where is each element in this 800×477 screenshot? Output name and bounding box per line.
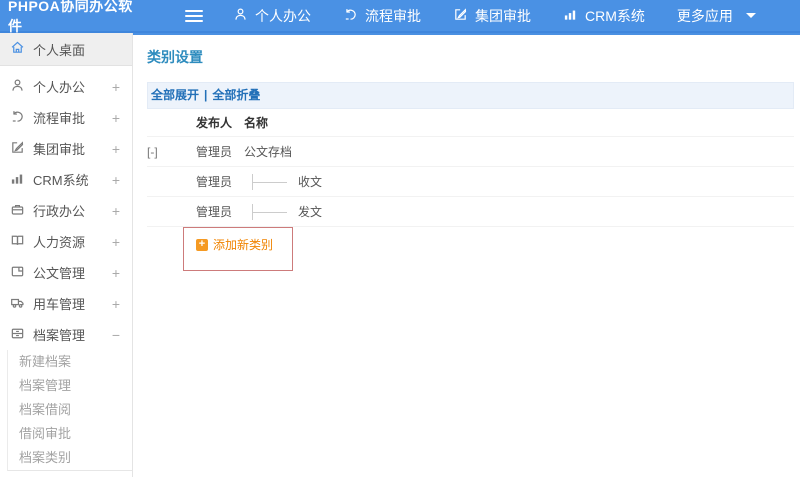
col-header-publisher: 发布人 — [196, 116, 233, 130]
sidebar-item-archive-mgmt[interactable]: 档案管理 − — [0, 319, 132, 350]
sidebar-menu: 个人办公 + 流程审批 + 集团审批 + CRM系统 + 行政办公 + 人力资源… — [0, 66, 132, 471]
page-title: 类别设置 — [147, 49, 203, 65]
row-publisher: 管理员 — [196, 145, 233, 159]
tree-line — [252, 173, 292, 190]
flow-icon — [343, 7, 358, 25]
expand-toggle[interactable]: + — [112, 203, 120, 219]
sidebar-item-admin-office[interactable]: 行政办公 + — [0, 195, 132, 226]
app-logo: PHPOA协同办公软件 — [8, 0, 133, 34]
sidebar-subitem-new-archive[interactable]: 新建档案 — [8, 350, 132, 374]
sidebar-item-crm-system[interactable]: CRM系统 + — [0, 164, 132, 195]
archive-submenu: 新建档案 档案管理 档案借阅 借阅审批 档案类别 — [7, 350, 132, 471]
app-window: PHPOA协同办公软件 个人办公 流程审批 集团审批 CRM系统 更多应用 个人… — [0, 0, 800, 477]
content-area: 类别设置 全部展开 | 全部折叠 发布人 名称 [-] 管理员 公文存档 管理员 — [133, 33, 800, 477]
sidebar-item-personal-desktop[interactable]: 个人桌面 — [0, 33, 132, 66]
row-publisher: 管理员 — [196, 175, 233, 189]
top-nav: 个人办公 流程审批 集团审批 CRM系统 更多应用 — [217, 0, 772, 31]
add-category-label: 添加新类别 — [213, 238, 274, 252]
row-collapse-toggle[interactable]: [-] — [147, 145, 196, 159]
row-publisher: 管理员 — [196, 205, 233, 219]
sidebar-item-document-mgmt[interactable]: 公文管理 + — [0, 257, 132, 288]
nav-crm-system[interactable]: CRM系统 — [547, 0, 661, 31]
sidebar-subitem-borrow-approval[interactable]: 借阅审批 — [8, 422, 132, 446]
expand-toggle[interactable]: + — [112, 296, 120, 312]
truck-icon — [10, 295, 25, 313]
sidebar-item-hr[interactable]: 人力资源 + — [0, 226, 132, 257]
briefcase-icon — [10, 202, 25, 220]
expand-toggle[interactable]: + — [112, 79, 120, 95]
hamburger-menu-icon[interactable] — [185, 9, 203, 22]
row-category-name: 收文 — [298, 175, 323, 189]
category-table: 发布人 名称 [-] 管理员 公文存档 管理员 收文 管理员 发文 + 添加新类… — [147, 109, 794, 271]
expand-all-link[interactable]: 全部展开 — [151, 88, 199, 102]
nav-personal-office[interactable]: 个人办公 — [217, 0, 327, 31]
expand-toggle[interactable]: + — [112, 172, 120, 188]
nav-more-apps[interactable]: 更多应用 — [661, 0, 772, 31]
sidebar-subitem-archive-borrow[interactable]: 档案借阅 — [8, 398, 132, 422]
add-category-link[interactable]: + 添加新类别 — [196, 236, 292, 253]
toolbar-divider: | — [204, 88, 208, 102]
tree-line — [252, 203, 292, 220]
row-category-name: 公文存档 — [244, 145, 293, 159]
row-category-name: 发文 — [298, 205, 323, 219]
chart-icon — [10, 171, 25, 189]
sidebar-subitem-archive-category[interactable]: 档案类别 — [8, 446, 132, 470]
col-header-name: 名称 — [244, 116, 269, 130]
table-row: [-] 管理员 公文存档 — [147, 137, 794, 167]
book-icon — [10, 233, 25, 251]
archive-icon — [10, 326, 25, 344]
table-row: 管理员 收文 — [147, 167, 794, 197]
sidebar-item-vehicle-mgmt[interactable]: 用车管理 + — [0, 288, 132, 319]
expand-toggle[interactable]: + — [112, 265, 120, 281]
collapse-toggle[interactable]: − — [112, 327, 120, 343]
document-icon — [10, 264, 25, 282]
user-icon — [233, 7, 248, 25]
tree-toolbar: 全部展开 | 全部折叠 — [147, 82, 794, 109]
table-row: 管理员 发文 — [147, 197, 794, 227]
sidebar-item-personal-office[interactable]: 个人办公 + — [0, 71, 132, 102]
edit-icon — [453, 7, 468, 25]
table-header-row: 发布人 名称 — [147, 109, 794, 137]
nav-flow-approval[interactable]: 流程审批 — [327, 0, 437, 31]
sidebar: 个人桌面 个人办公 + 流程审批 + 集团审批 + CRM系统 + 行政办公 +… — [0, 33, 133, 477]
annotation-highlight-box: + 添加新类别 — [183, 227, 293, 271]
expand-toggle[interactable]: + — [112, 234, 120, 250]
top-bar: PHPOA协同办公软件 个人办公 流程审批 集团审批 CRM系统 更多应用 — [0, 0, 800, 34]
edit-icon — [10, 140, 25, 158]
expand-toggle[interactable]: + — [112, 141, 120, 157]
plus-icon: + — [196, 238, 208, 251]
user-icon — [10, 78, 25, 96]
expand-toggle[interactable]: + — [112, 110, 120, 126]
home-icon — [10, 40, 25, 58]
sidebar-item-group-approval[interactable]: 集团审批 + — [0, 133, 132, 164]
caret-down-icon — [745, 13, 756, 18]
sidebar-subitem-archive-mgmt[interactable]: 档案管理 — [8, 374, 132, 398]
chart-icon — [563, 7, 578, 25]
sidebar-item-flow-approval[interactable]: 流程审批 + — [0, 102, 132, 133]
nav-group-approval[interactable]: 集团审批 — [437, 0, 547, 31]
collapse-all-link[interactable]: 全部折叠 — [212, 88, 260, 102]
flow-icon — [10, 109, 25, 127]
